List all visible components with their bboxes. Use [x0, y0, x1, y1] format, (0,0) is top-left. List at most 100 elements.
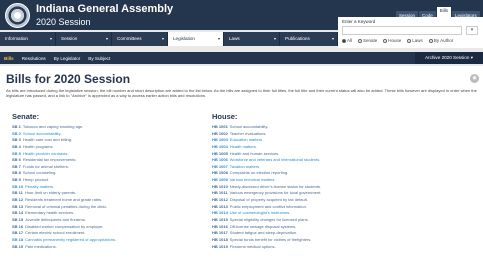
bill-link[interactable]: SB 6 Residential tax improvements. [12, 157, 202, 164]
bill-link[interactable]: SB 18 Cannabis permanently registered of … [12, 237, 202, 244]
bill-title: Disabled worker compensation by employer… [25, 223, 104, 229]
bill-link[interactable]: HB 1012 Disposal of property acquired by … [212, 197, 412, 204]
search-option-senate[interactable]: Senate [358, 38, 377, 43]
bill-number: SB 13 [12, 203, 24, 209]
radio-icon [407, 38, 412, 43]
subnav-bills[interactable]: Bills [0, 56, 18, 61]
bill-title: Use of cosmetologist's instructors. [229, 210, 291, 216]
senate-heading: Senate: [12, 112, 40, 121]
search-option-author[interactable]: By Author [428, 38, 453, 43]
bill-number: HB 1017 [212, 230, 228, 236]
archive-dropdown[interactable]: Archive 2020 Session ▾ [414, 52, 483, 64]
bill-link[interactable]: SB 3 Health care cost and billing. [12, 137, 202, 144]
nav-item-legislation[interactable]: Legislation ▾ [168, 32, 224, 46]
bill-link[interactable]: HB 1009 Various technical matters. [212, 177, 412, 184]
bill-link[interactable]: SB 14 Elementary health services. [12, 210, 202, 217]
nav-item-committees[interactable]: Committees ▾ [112, 32, 168, 46]
state-seal-logo[interactable] [5, 3, 30, 28]
subnav-by-legislator[interactable]: By Legislator [50, 56, 85, 61]
bill-number: SB 15 [12, 216, 24, 222]
bill-number: SB 17 [12, 230, 24, 236]
bill-link[interactable]: HB 1019 Firearms medical options. [212, 244, 412, 251]
search-select[interactable]: ▾ [466, 26, 478, 35]
nav-item-publications[interactable]: Publications ▾ [280, 32, 338, 46]
subnav-resolutions[interactable]: Resolutions [18, 56, 50, 61]
senate-bill-list: SB 1 Tobacco and vaping smoking age. SB 2S… [12, 124, 202, 250]
subnav-by-subject[interactable]: By Subject [84, 56, 114, 61]
bill-link[interactable]: HB 1013 Public employment and conflict in… [212, 204, 412, 211]
bill-link[interactable]: HB 1015 Special eligibility changes for l… [212, 217, 412, 224]
page: Indiana General Assembly 2020 Session Se… [0, 0, 483, 264]
bill-link[interactable]: SB 12 Residents treatment home and grade … [12, 197, 202, 204]
site-subtitle: 2020 Session [36, 17, 91, 27]
bill-number: HB 1018 [212, 236, 228, 242]
bill-link[interactable]: HB 1010 Newly-disclosed driver's license … [212, 184, 412, 191]
bill-link[interactable]: SB 8 School counseling. [12, 170, 202, 177]
bill-link[interactable]: SB 2 School accountability. [12, 131, 202, 138]
bill-link[interactable]: HB 1003 Education matters. [212, 137, 412, 144]
bill-link[interactable]: HB 1005 Health and human services. [212, 151, 412, 158]
bill-title: Hemp product. [22, 177, 50, 183]
page-title: Bills for 2020 Session [6, 72, 131, 86]
bill-link[interactable]: SB 9 Hemp product. [12, 177, 202, 184]
chevron-down-icon: ▾ [331, 36, 334, 41]
bill-title: Penalty matters. [25, 183, 55, 189]
search-input[interactable] [342, 26, 462, 35]
bill-link[interactable]: HB 1017 Student fatigue and sleep-depriva… [212, 230, 412, 237]
search-option-house[interactable]: House [383, 38, 401, 43]
bill-title: Residents treatment home and grade rates… [25, 197, 103, 203]
bill-number: HB 1005 [212, 150, 228, 156]
bill-title: Certain electric school enrollment. [25, 230, 86, 236]
bill-number: HB 1006 [212, 157, 228, 163]
bill-link[interactable]: SB 1 Tobacco and vaping smoking age. [12, 124, 202, 131]
bill-link[interactable]: HB 1007 Taxation matters. [212, 164, 412, 171]
bill-title: Health provider contracts. [22, 150, 69, 156]
bill-number: SB 3 [12, 137, 21, 143]
bill-link[interactable]: HB 1008 Complaints on election reporting. [212, 170, 412, 177]
bill-link[interactable]: HB 1002 Teacher evaluations. [212, 131, 412, 138]
bill-number: SB 1 [12, 124, 21, 129]
bill-link[interactable]: HB 1014 Use of cosmetologist's instructor… [212, 210, 412, 217]
bill-title: Various technical matters. [229, 177, 276, 183]
bill-link[interactable]: SB 17 Certain electric school enrollment. [12, 230, 202, 237]
main-nav: Information ▾ Session ▾ Committees ▾ Legisl… [0, 32, 338, 46]
bill-link[interactable]: HB 1001 School accountability. [212, 124, 412, 131]
bill-title: Elementary health services. [25, 210, 75, 216]
bill-number: HB 1015 [212, 216, 228, 222]
nav-item-session[interactable]: Session ▾ [56, 32, 112, 46]
bill-number: HB 1001 [212, 124, 228, 129]
bill-link[interactable]: SB 11 Hour-limit on elderly parents. [12, 190, 202, 197]
nav-item-laws[interactable]: Laws ▾ [224, 32, 280, 46]
bill-link[interactable]: HB 1004 Health matters. [212, 144, 412, 151]
bill-link[interactable]: SB 15 Juvenile delinquents and firearms. [12, 217, 202, 224]
bill-link[interactable]: SB 13 Removal of criminal penalties durin… [12, 204, 202, 211]
bill-number: HB 1012 [212, 197, 228, 203]
radio-icon [383, 38, 388, 43]
bill-title: Taxation matters. [229, 163, 261, 169]
bill-number: HB 1007 [212, 163, 228, 169]
bill-link[interactable]: SB 16 Disabled worker compensation by emp… [12, 224, 202, 231]
radio-icon [358, 38, 363, 43]
bill-link[interactable]: SB 7 Funds for animal shelters. [12, 164, 202, 171]
bill-link[interactable]: HB 1018 Special funds benefit for victims… [212, 237, 412, 244]
bill-title: Health matters. [229, 143, 257, 149]
bill-number: SB 14 [12, 210, 24, 216]
search-option-laws[interactable]: Laws [407, 38, 423, 43]
bill-link[interactable]: SB 4 Health programs. [12, 144, 202, 151]
bill-link[interactable]: SB 19 Pain medications. [12, 244, 202, 251]
bill-link[interactable]: SB 10 Penalty matters. [12, 184, 202, 191]
sub-nav: Bills Resolutions By Legislator By Subje… [0, 52, 483, 64]
bill-title: Special eligibility changes for licensed… [229, 216, 309, 222]
bill-title: Removal of criminal penalties during the… [25, 203, 108, 209]
search-option-all[interactable]: All [342, 38, 352, 43]
bill-number: SB 10 [12, 183, 24, 189]
nav-item-information[interactable]: Information ▾ [0, 32, 56, 46]
bill-link[interactable]: HB 1016 Off-license sewage disposal syste… [212, 224, 412, 231]
site-title[interactable]: Indiana General Assembly [36, 3, 173, 15]
bill-link[interactable]: HB 1011 Various emergency provisions for … [212, 190, 412, 197]
bill-link[interactable]: SB 5 Health provider contracts. [12, 151, 202, 158]
chevron-down-icon: ▾ [49, 36, 52, 41]
rss-icon[interactable]: ◉ [470, 74, 479, 83]
bill-title: Juvenile delinquents and firearms. [25, 216, 86, 222]
bill-link[interactable]: HB 1006 Workforce and veterans and intern… [212, 157, 412, 164]
